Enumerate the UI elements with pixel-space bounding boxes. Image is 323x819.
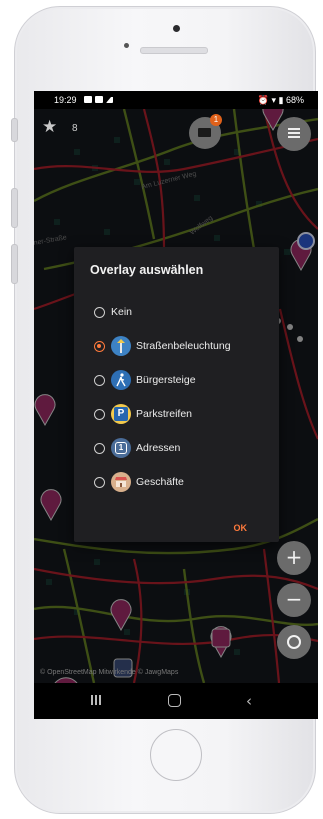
send-icon — [106, 96, 113, 103]
option-kein[interactable]: Kein — [94, 300, 274, 324]
notification-icons — [84, 96, 113, 103]
volume-up-button — [11, 188, 18, 228]
dialog-title: Overlay auswählen — [90, 263, 204, 277]
star-icon[interactable]: ★ — [42, 117, 57, 137]
menu-button[interactable] — [277, 117, 311, 151]
radio-button-selected[interactable] — [94, 340, 105, 352]
envelope-icon — [198, 128, 211, 137]
option-strassenbeleuchtung[interactable]: Straßenbeleuchtung — [94, 334, 274, 358]
zoom-out-button[interactable]: − — [277, 583, 311, 617]
alarm-icon: ⏰ — [257, 95, 269, 105]
radio-button[interactable] — [94, 408, 105, 420]
option-label: Straßenbeleuchtung — [136, 340, 231, 352]
option-label: Geschäfte — [136, 476, 184, 488]
status-right: ⏰ ▾ ▮ 68% — [258, 91, 304, 109]
house-number-icon: 1 — [111, 438, 131, 458]
status-bar: 19:29 ⏰ ▾ ▮ 68% — [34, 91, 318, 109]
ok-button[interactable]: OK — [234, 523, 248, 533]
home-nav-button[interactable] — [168, 694, 181, 707]
option-label: Kein — [111, 306, 133, 318]
gallery-icon — [84, 96, 92, 103]
radio-button[interactable] — [94, 374, 105, 386]
message-count-badge: 1 — [210, 114, 222, 126]
proximity-sensor — [124, 43, 129, 48]
option-parkstreifen[interactable]: P Parkstreifen — [94, 402, 274, 426]
locate-button[interactable] — [277, 625, 311, 659]
option-adressen[interactable]: 1 Adressen — [94, 436, 274, 460]
option-buergersteige[interactable]: Bürgersteige — [94, 368, 274, 392]
radio-button[interactable] — [94, 476, 105, 488]
option-geschaefte[interactable]: Geschäfte — [94, 470, 274, 494]
volume-down-button — [11, 244, 18, 284]
recents-button[interactable] — [89, 693, 103, 707]
radio-button[interactable] — [94, 442, 105, 454]
earpiece-speaker — [140, 47, 208, 54]
parking-icon: P — [111, 404, 131, 424]
shop-icon — [111, 472, 131, 492]
option-label: Adressen — [136, 442, 181, 454]
android-nav-bar: ‹ — [34, 683, 318, 719]
front-camera — [173, 25, 180, 32]
option-label: Parkstreifen — [136, 408, 193, 420]
hamburger-icon — [288, 128, 300, 130]
mute-switch — [11, 118, 18, 142]
option-label: Bürgersteige — [136, 374, 196, 386]
phone-home-button — [150, 729, 202, 781]
app-screen: 19:29 ⏰ ▾ ▮ 68% Am Luzerner Weg Wolfweg … — [34, 91, 318, 719]
status-time: 19:29 — [54, 95, 77, 105]
street-lamp-icon — [111, 336, 131, 356]
crosshair-icon — [287, 635, 301, 649]
overlay-dialog: Overlay auswählen Kein Straßenbeleuchtun… — [74, 247, 279, 542]
map-attribution: © OpenStreetMap Mitwirkende © JawgMaps — [40, 669, 179, 676]
star-count: 8 — [72, 123, 78, 134]
messages-button[interactable]: 1 — [189, 114, 222, 149]
signal-icon: ▮ — [278, 95, 284, 105]
mail-notification-icon — [95, 96, 103, 103]
radio-button[interactable] — [94, 306, 105, 318]
wifi-icon: ▾ — [271, 95, 276, 105]
zoom-in-button[interactable]: + — [277, 541, 311, 575]
battery-level: 68% — [285, 95, 304, 105]
back-button[interactable]: ‹ — [246, 692, 252, 710]
pedestrian-icon — [111, 370, 131, 390]
